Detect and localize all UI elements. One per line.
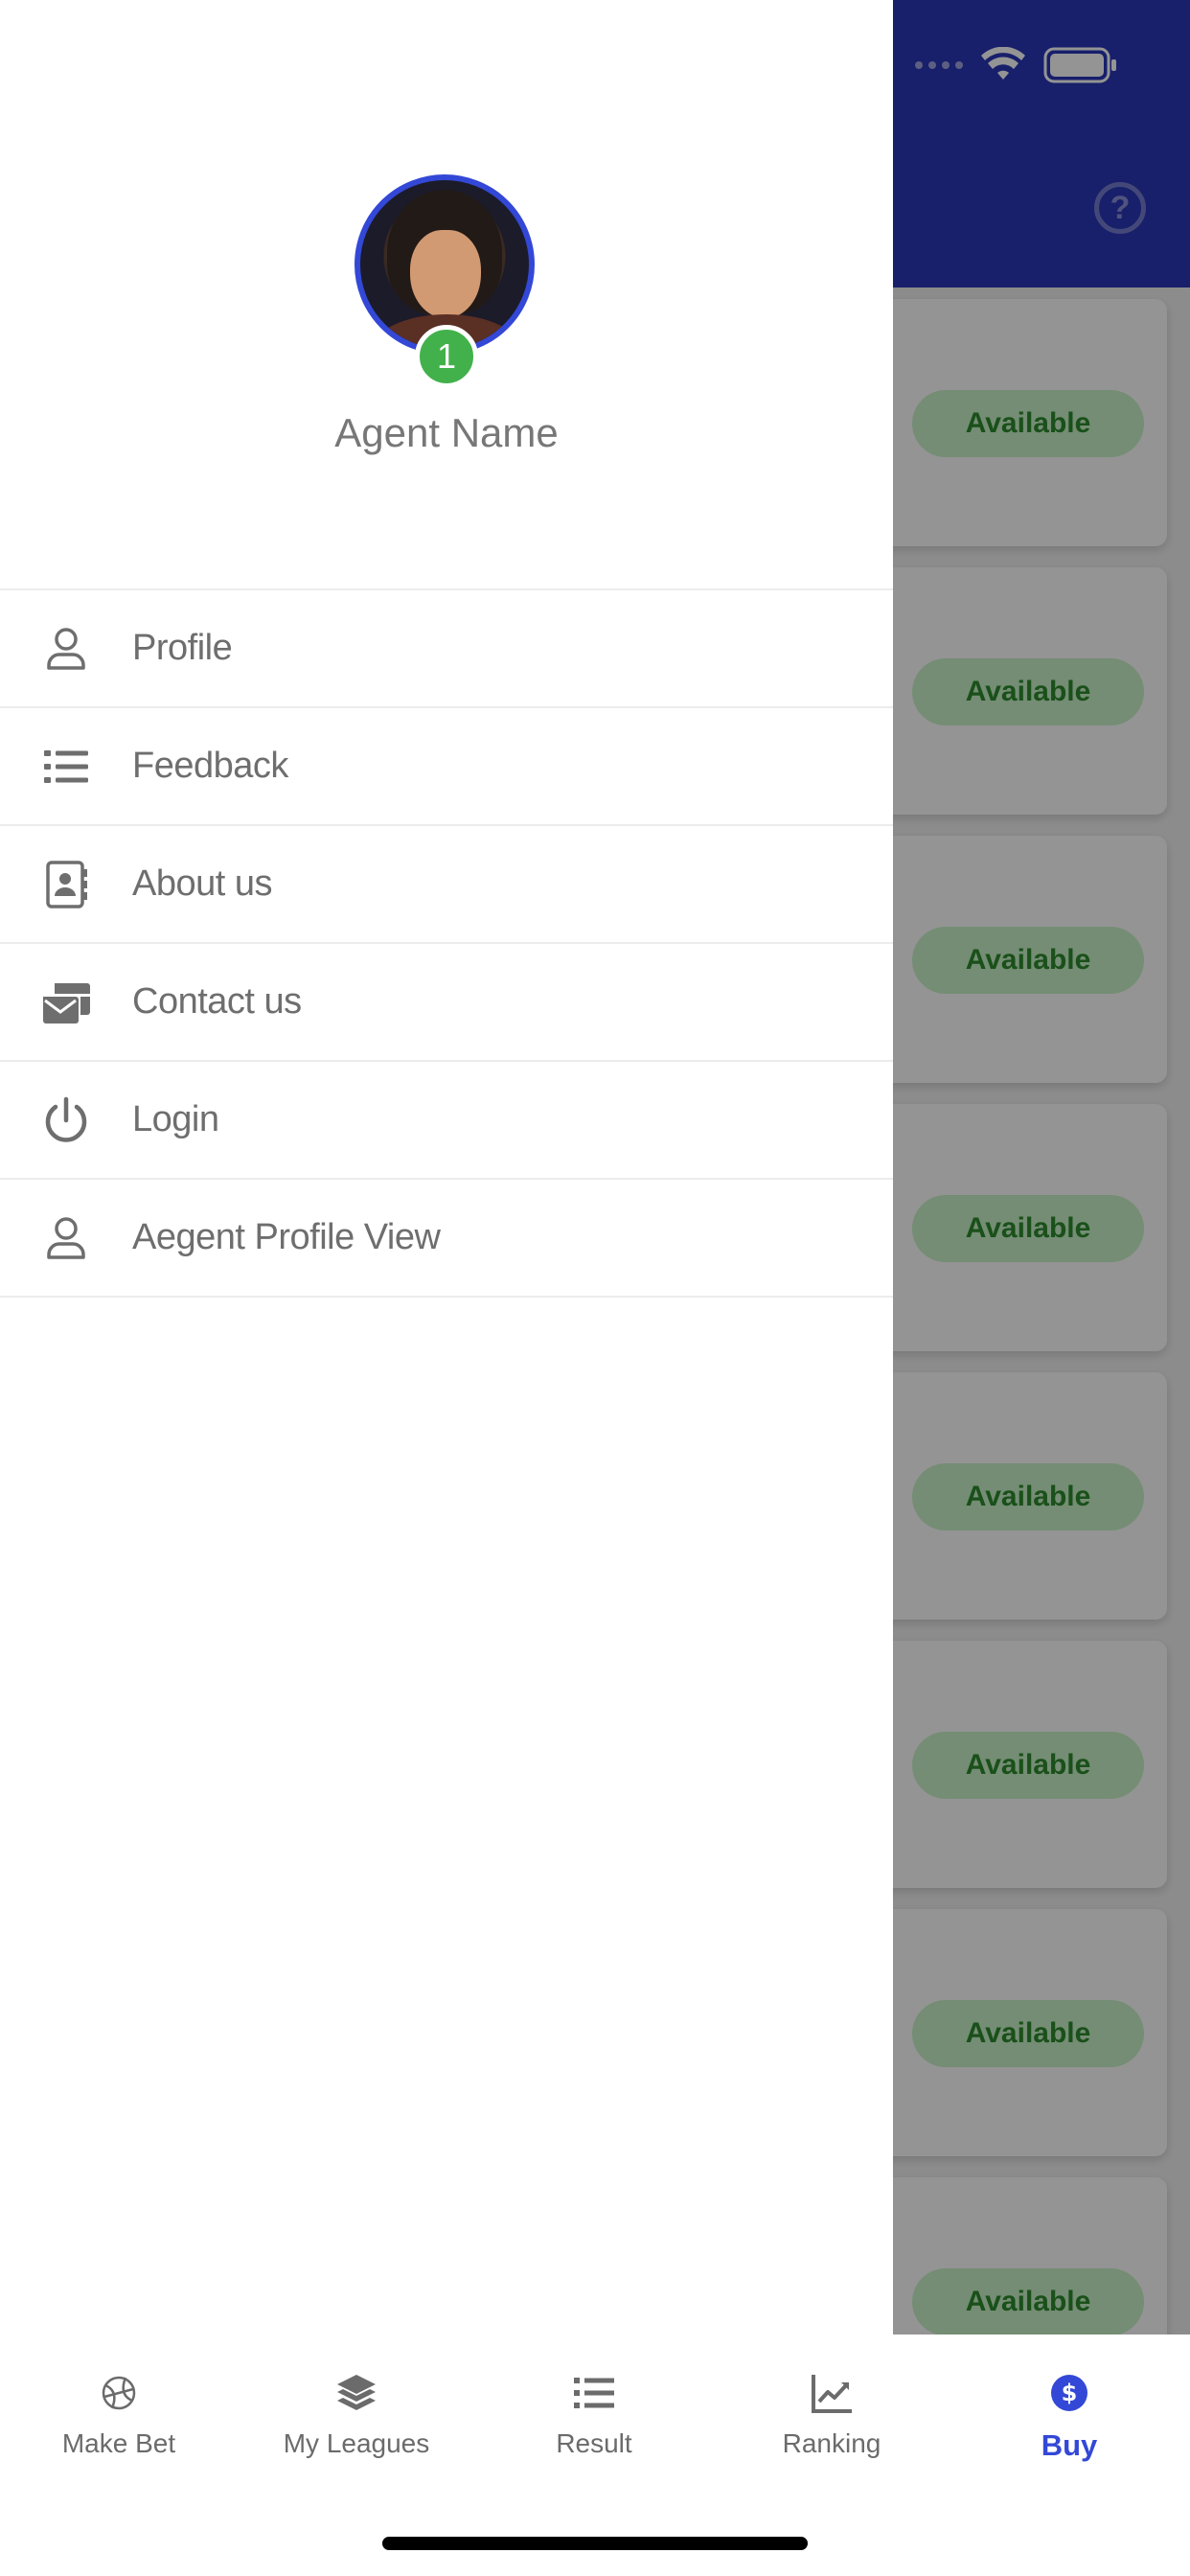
- tennis-ball-icon: [102, 2376, 136, 2410]
- contact-book-icon: [0, 860, 132, 909]
- tab-ranking[interactable]: Ranking: [713, 2371, 950, 2459]
- menu-item-label: Aegent Profile View: [132, 1217, 441, 1257]
- svg-text:$: $: [1062, 2380, 1078, 2406]
- menu-item-label: Profile: [132, 628, 233, 668]
- tab-label: Result: [556, 2428, 632, 2458]
- tab-label: Ranking: [782, 2428, 881, 2458]
- mail-stack-icon: [0, 978, 132, 1027]
- layers-icon: [337, 2375, 376, 2410]
- home-indicator[interactable]: [382, 2537, 808, 2550]
- agent-name: Agent Name: [334, 410, 559, 455]
- menu-item-feedback[interactable]: Feedback: [0, 708, 893, 826]
- menu-item-agent-profile-view[interactable]: Aegent Profile View: [0, 1180, 893, 1298]
- tab-my-leagues[interactable]: My Leagues: [238, 2371, 475, 2459]
- tab-label: Make Bet: [61, 2428, 176, 2458]
- list-icon: [0, 742, 132, 792]
- chart-line-icon: [812, 2375, 852, 2413]
- user-outline-icon: [0, 624, 132, 674]
- tab-make-bet[interactable]: Make Bet: [0, 2371, 238, 2459]
- power-icon: [0, 1095, 132, 1145]
- tab-result[interactable]: Result: [475, 2371, 713, 2459]
- dollar-circle-icon: $: [1051, 2375, 1087, 2411]
- menu-item-label: About us: [132, 863, 273, 904]
- tab-label: My Leagues: [283, 2428, 430, 2458]
- drawer-menu: Profile Feedback About us Contact us Log: [0, 588, 893, 1298]
- user-outline-icon: [0, 1213, 132, 1263]
- menu-item-about-us[interactable]: About us: [0, 826, 893, 944]
- tab-label: Buy: [1041, 2428, 1098, 2462]
- menu-item-profile[interactable]: Profile: [0, 590, 893, 708]
- menu-item-label: Contact us: [132, 981, 302, 1022]
- menu-item-label: Feedback: [132, 746, 288, 786]
- menu-item-label: Login: [132, 1099, 219, 1139]
- tab-buy[interactable]: $ Buy: [950, 2371, 1188, 2463]
- notification-badge: 1: [415, 325, 478, 388]
- side-drawer: 1 Agent Name Profile Feedback About us C: [0, 0, 893, 2334]
- list-icon: [574, 2378, 614, 2408]
- menu-item-login[interactable]: Login: [0, 1062, 893, 1180]
- menu-item-contact-us[interactable]: Contact us: [0, 944, 893, 1062]
